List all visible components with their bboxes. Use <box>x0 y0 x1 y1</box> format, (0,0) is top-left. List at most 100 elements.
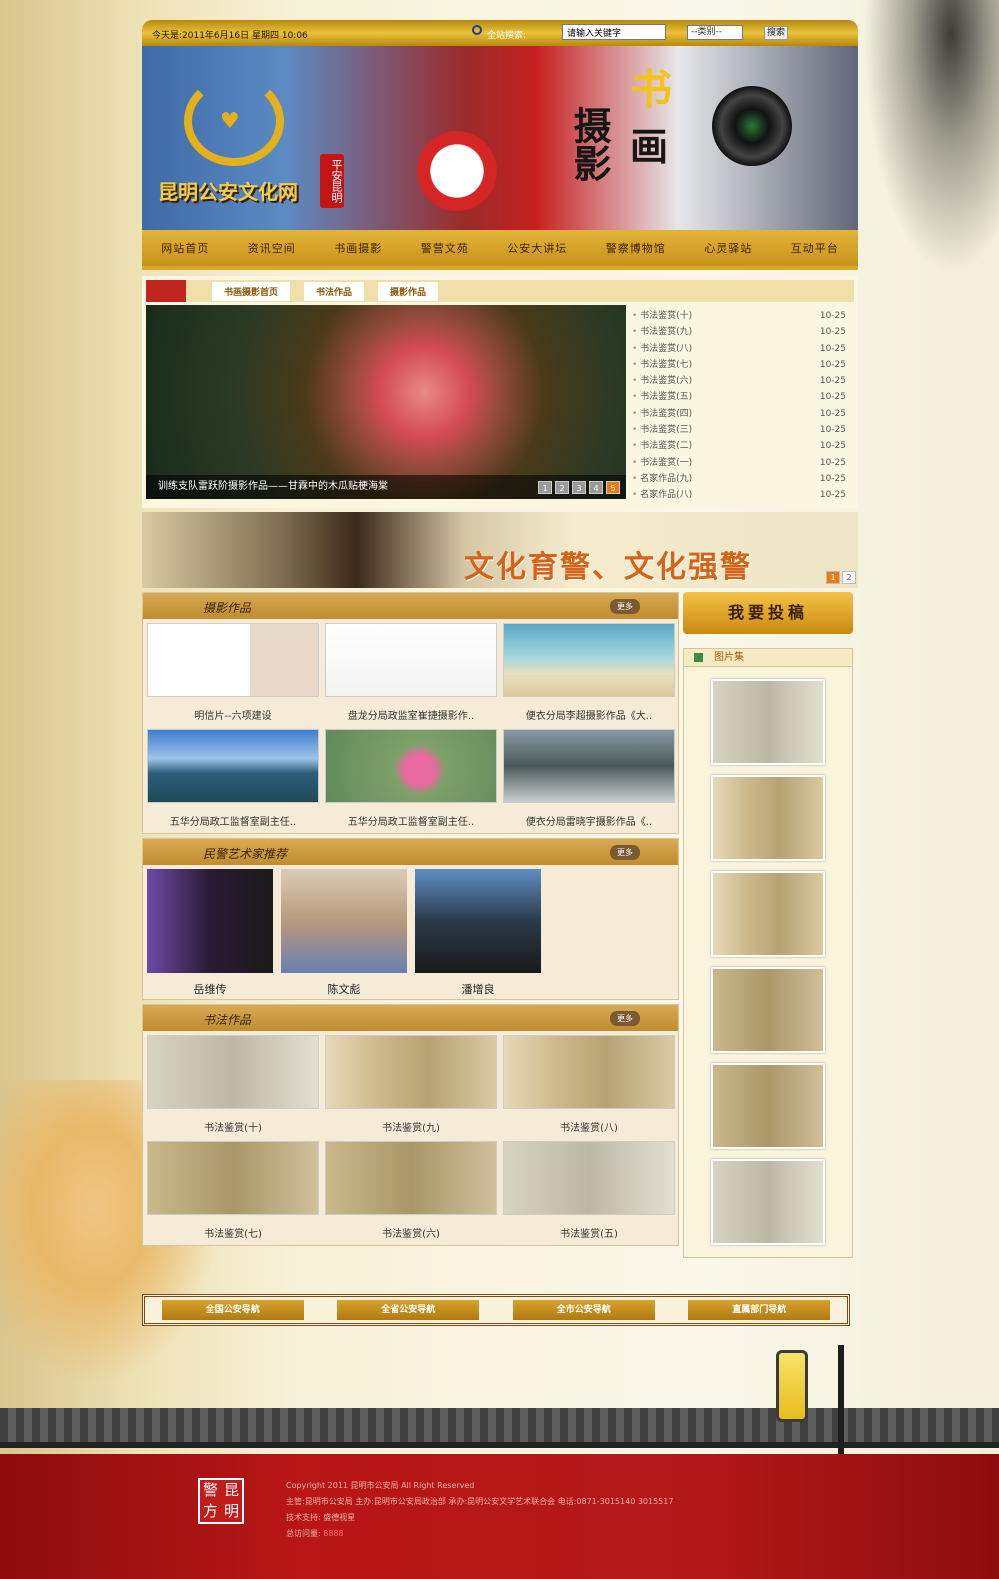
list-item[interactable]: 书法鉴赏(一)10-25 <box>632 455 846 471</box>
tab-art-home[interactable]: 书画摄影首页 <box>212 281 291 301</box>
copyright-text: Copyright 2011 昆明市公安局 All Right Reserved <box>286 1481 475 1490</box>
lantern-icon <box>776 1350 808 1422</box>
gallery-title: 图片集 <box>684 648 852 667</box>
calligraphy-card[interactable]: 书法鉴赏(十) <box>147 1034 319 1135</box>
photo-card[interactable]: 便衣分局李超摄影作品《大.. <box>503 622 675 723</box>
tech-support-text: 技术支持: 盛德视星 <box>286 1513 356 1522</box>
footer-info: Copyright 2011 昆明市公安局 All Right Reserved… <box>286 1478 673 1542</box>
list-item[interactable]: 书法鉴赏(五)10-25 <box>632 389 846 405</box>
photo-works-panel: 摄影作品 更多 明信片--六项建设 盘龙分局政监室崔捷摄影作.. 便衣分局李超摄… <box>142 591 679 834</box>
promo-page-2[interactable]: 2 <box>842 570 856 584</box>
promo-pager: 1 2 <box>826 570 856 584</box>
list-item[interactable]: 书法鉴赏(八)10-25 <box>632 341 846 357</box>
search-input[interactable] <box>562 24 666 40</box>
nav-mind[interactable]: 心灵驿站 <box>704 240 752 256</box>
calligraphy-thumb[interactable] <box>325 1034 497 1109</box>
gallery-image[interactable] <box>711 966 825 1053</box>
slide-page-1[interactable]: 1 <box>538 481 552 494</box>
photo-thumb[interactable] <box>147 728 319 803</box>
list-item[interactable]: 书法鉴赏(二)10-25 <box>632 438 846 454</box>
cloud-decoration <box>382 126 532 216</box>
list-item[interactable]: 书法鉴赏(十)10-25 <box>632 308 846 324</box>
photo-thumb[interactable] <box>325 622 497 697</box>
calligraphy-thumb[interactable] <box>325 1140 497 1215</box>
list-item[interactable]: 书法鉴赏(九)10-25 <box>632 324 846 340</box>
visit-counter: 总访问量: 8888 <box>286 1529 344 1538</box>
gallery-image[interactable] <box>711 774 825 861</box>
artist-card[interactable]: 潘增良 <box>415 868 541 996</box>
submit-article-button[interactable]: 我要投稿 <box>683 591 853 634</box>
search-icon <box>472 25 482 35</box>
more-button[interactable]: 更多 <box>610 1010 640 1026</box>
calligraphy-thumb[interactable] <box>147 1034 319 1109</box>
photo-card[interactable]: 五华分局政工监督室副主任.. <box>147 728 319 829</box>
main-nav: 网站首页 资讯空间 书画摄影 警营文苑 公安大讲坛 警察博物馆 心灵驿站 互动平… <box>142 230 858 270</box>
photo-card[interactable]: 五华分局政工监督室副主任.. <box>325 728 497 829</box>
nav-city-police[interactable]: 全市公安导航 <box>512 1300 655 1320</box>
slide-page-4[interactable]: 4 <box>589 481 603 494</box>
artist-panel: 民警艺术家推荐 更多 岳维传 陈文彪 潘增良 <box>142 837 679 1000</box>
search-button[interactable]: 搜索 <box>764 26 788 40</box>
more-button[interactable]: 更多 <box>610 844 640 860</box>
calligraphy-card[interactable]: 书法鉴赏(九) <box>325 1034 497 1135</box>
photo-card[interactable]: 明信片--六项建设 <box>147 622 319 723</box>
more-button[interactable]: 更多 <box>610 598 640 614</box>
calligraphy-card[interactable]: 书法鉴赏(六) <box>325 1140 497 1241</box>
photo-card[interactable]: 便衣分局雷晓宇摄影作品《.. <box>503 728 675 829</box>
nav-art-photo[interactable]: 书画摄影 <box>334 240 382 256</box>
promo-page-1[interactable]: 1 <box>826 570 840 584</box>
list-item[interactable]: 书法鉴赏(三)10-25 <box>632 422 846 438</box>
calligraphy-card[interactable]: 书法鉴赏(八) <box>503 1034 675 1135</box>
nav-national-police[interactable]: 全国公安导航 <box>161 1300 304 1320</box>
photo-thumb[interactable] <box>503 622 675 697</box>
list-item[interactable]: 名家作品(八)10-25 <box>632 487 846 503</box>
photo-thumb[interactable] <box>503 728 675 803</box>
nav-lecture[interactable]: 公安大讲坛 <box>507 240 567 256</box>
footer-navigation: 全国公安导航 全省公安导航 全市公安导航 直属部门导航 <box>142 1294 850 1326</box>
list-item[interactable]: 名家作品(九)10-25 <box>632 471 846 487</box>
calligraphy-card[interactable]: 书法鉴赏(五) <box>503 1140 675 1241</box>
panel-header: 摄影作品 更多 <box>143 592 678 619</box>
slide-page-2[interactable]: 2 <box>555 481 569 494</box>
tab-calligraphy[interactable]: 书法作品 <box>304 281 365 301</box>
list-item[interactable]: 书法鉴赏(六)10-25 <box>632 373 846 389</box>
artist-card[interactable]: 岳维传 <box>147 868 273 996</box>
tab-photography[interactable]: 摄影作品 <box>378 281 439 301</box>
avatar[interactable] <box>415 868 541 973</box>
avatar[interactable] <box>281 868 407 973</box>
slide-page-5[interactable]: 5 <box>606 481 620 494</box>
sidebar: 我要投稿 图片集 <box>683 591 853 1258</box>
nav-provincial-police[interactable]: 全省公安导航 <box>337 1300 480 1320</box>
nav-home[interactable]: 网站首页 <box>161 240 209 256</box>
artist-card[interactable]: 陈文彪 <box>281 868 407 996</box>
nav-departments[interactable]: 直属部门导航 <box>688 1300 831 1320</box>
avatar[interactable] <box>147 868 273 973</box>
calligraphy-thumb[interactable] <box>503 1034 675 1109</box>
gallery-image[interactable] <box>711 678 825 765</box>
featured-section: 书画摄影首页 书法作品 摄影作品 训练支队雷跃阶摄影作品——甘霖中的木瓜贴梗海棠… <box>142 276 858 508</box>
nav-news[interactable]: 资讯空间 <box>248 240 296 256</box>
calligraphy-thumb[interactable] <box>503 1140 675 1215</box>
slide-page-3[interactable]: 3 <box>572 481 586 494</box>
calligraphy-thumb[interactable] <box>147 1140 319 1215</box>
gallery-image[interactable] <box>711 1062 825 1149</box>
category-select[interactable]: --类别-- <box>687 25 743 40</box>
gallery-image[interactable] <box>711 1158 825 1245</box>
gallery-image[interactable] <box>711 870 825 957</box>
photo-thumb[interactable] <box>325 728 497 803</box>
current-date: 今天是:2011年6月16日 星期四 10:06 <box>152 31 308 41</box>
list-item[interactable]: 书法鉴赏(四)10-25 <box>632 406 846 422</box>
calligraphy-card[interactable]: 书法鉴赏(七) <box>147 1140 319 1241</box>
postcard-thumb[interactable] <box>147 622 319 697</box>
banner-title-paint: 画 <box>630 124 669 169</box>
nav-museum[interactable]: 警察博物馆 <box>606 240 666 256</box>
featured-slideshow[interactable]: 训练支队雷跃阶摄影作品——甘霖中的木瓜贴梗海棠 1 2 3 4 5 <box>146 305 626 499</box>
nav-interaction[interactable]: 互动平台 <box>791 240 839 256</box>
sponsor-text: 主管:昆明市公安局 主办:昆明市公安局政治部 承办:昆明公安文学艺术联合会 电话… <box>286 1497 674 1506</box>
photo-card[interactable]: 盘龙分局政监室崔捷摄影作.. <box>325 622 497 723</box>
nav-literature[interactable]: 警营文苑 <box>421 240 469 256</box>
list-item[interactable]: 书法鉴赏(七)10-25 <box>632 357 846 373</box>
page-container: 今天是:2011年6月16日 星期四 10:06 全站搜索: --类别-- 搜索… <box>142 10 858 1258</box>
promo-banner[interactable]: 文化育警、文化强警 1 2 <box>142 511 858 588</box>
banner-title-book: 书 <box>630 65 673 114</box>
